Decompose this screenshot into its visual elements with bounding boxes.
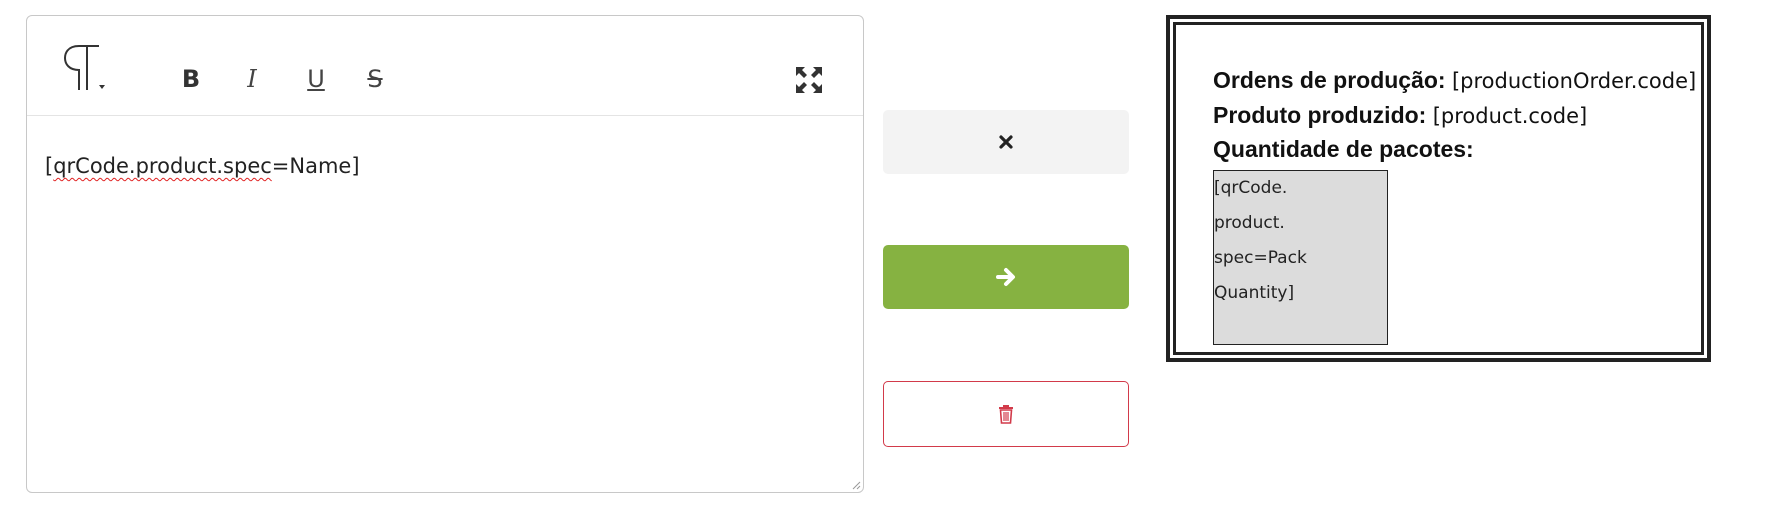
preview-line-package-quantity: Quantidade de pacotes:: [1213, 136, 1474, 163]
trash-icon: [999, 405, 1013, 424]
italic-button[interactable]: I: [236, 62, 268, 96]
delete-button[interactable]: [883, 381, 1129, 447]
label-preview: Ordens de produção: [productionOrder.cod…: [1166, 15, 1711, 362]
content-rest-text: =Name]: [271, 154, 360, 178]
cancel-button[interactable]: [883, 110, 1129, 174]
preview-box-line: [qrCode.: [1214, 178, 1288, 198]
preview-line-product: Produto produzido: [product.code]: [1213, 102, 1587, 129]
preview-qr-placeholder-box: [qrCode. product. spec=Pack Quantity]: [1213, 170, 1388, 345]
content-misspelled-text: qrCode.product.spec: [53, 154, 272, 178]
preview-value: [product.code]: [1432, 104, 1588, 128]
preview-label: Produto produzido:: [1213, 102, 1427, 128]
preview-line-production-orders: Ordens de produção: [productionOrder.cod…: [1213, 67, 1696, 94]
preview-box-line: Quantity]: [1214, 283, 1295, 303]
rich-text-editor: B I U S [qrCode.product.spec=Name]: [26, 15, 864, 493]
pilcrow-icon: [63, 45, 105, 90]
preview-label: Quantidade de pacotes:: [1213, 136, 1474, 162]
resize-handle-icon[interactable]: [851, 480, 861, 490]
paragraph-format-button[interactable]: [61, 42, 115, 92]
underline-button[interactable]: U: [300, 62, 332, 96]
preview-value: [productionOrder.code]: [1451, 69, 1697, 93]
close-icon: [999, 135, 1013, 149]
expand-icon: [796, 67, 822, 93]
preview-label: Ordens de produção:: [1213, 67, 1446, 93]
bold-button[interactable]: B: [175, 62, 207, 96]
fullscreen-button[interactable]: [793, 64, 825, 96]
page: B I U S [qrCode.product.spec=Name] Orden…: [0, 0, 1786, 512]
apply-button[interactable]: [883, 245, 1129, 309]
strikethrough-button[interactable]: S: [359, 62, 391, 96]
label-preview-inner-frame: Ordens de produção: [productionOrder.cod…: [1173, 22, 1704, 355]
arrow-right-icon: [996, 268, 1015, 286]
editor-toolbar: B I U S: [27, 16, 863, 116]
content-open-bracket: [: [45, 154, 54, 178]
editor-content[interactable]: [qrCode.product.spec=Name]: [45, 154, 360, 178]
preview-box-line: product.: [1214, 213, 1285, 233]
preview-box-line: spec=Pack: [1214, 248, 1307, 268]
